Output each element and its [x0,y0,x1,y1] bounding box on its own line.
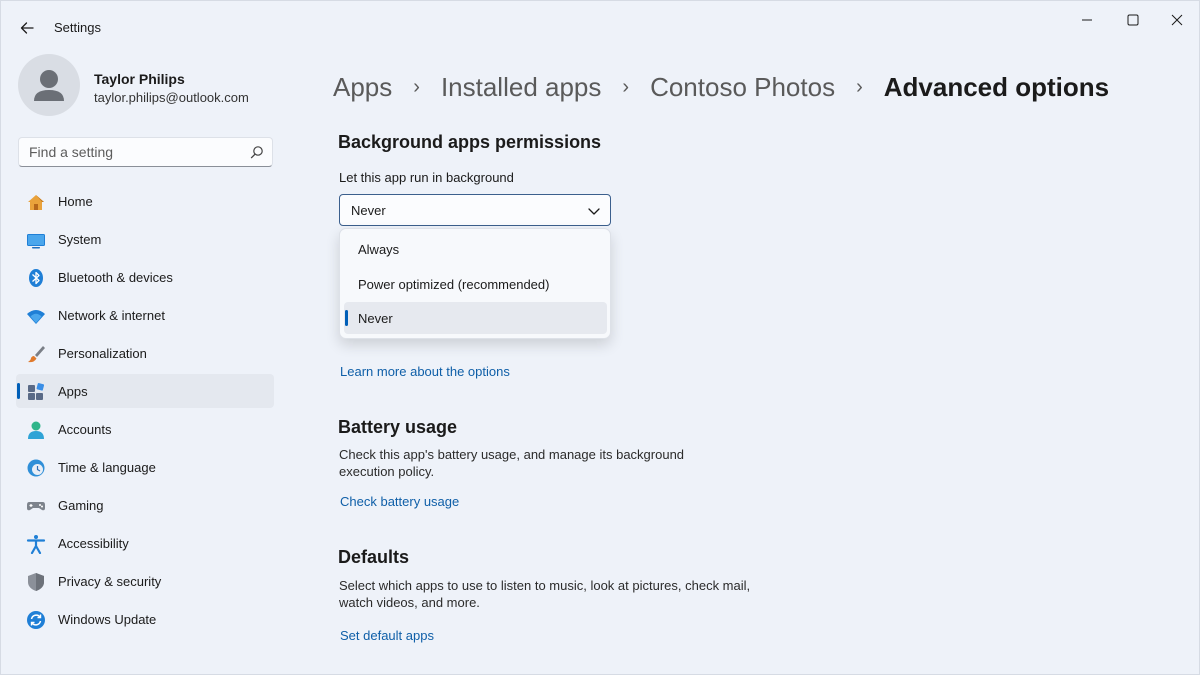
search-box[interactable] [18,137,273,167]
breadcrumb-separator: › [856,75,863,98]
sidebar-item-label: Accounts [58,421,112,437]
set-default-apps-link[interactable]: Set default apps [340,628,434,643]
sidebar-item-home[interactable]: Home [16,184,274,218]
sidebar-nav: Home System Bluetooth & devices Network … [16,184,274,640]
home-icon [28,195,44,210]
menu-option-label: Power optimized (recommended) [358,277,550,292]
gamepad-icon [27,502,45,511]
sidebar-item-label: System [58,231,102,247]
user-email: taylor.philips@outlook.com [94,90,249,105]
maximize-button[interactable] [1110,1,1156,39]
breadcrumb: Apps › Installed apps › Contoso Photos ›… [333,69,1109,105]
active-indicator [17,383,20,399]
sidebar-item-apps[interactable]: Apps [16,374,274,408]
menu-option-never[interactable]: Never [344,302,607,334]
sidebar-item-label: Gaming [58,497,104,513]
sidebar-item-label: Network & internet [58,307,165,323]
settings-window: Settings Taylor Philips taylor.philips@o… [0,0,1200,675]
update-icon [27,611,45,629]
sidebar-item-personalization[interactable]: Personalization [16,336,274,370]
sidebar-item-gaming[interactable]: Gaming [16,488,274,522]
apps-icon [28,383,45,400]
person-placeholder-icon [34,70,64,101]
defaults-heading: Defaults [338,547,410,567]
search-icon[interactable] [250,145,264,159]
back-button[interactable] [11,13,43,43]
sidebar-item-label: Bluetooth & devices [58,269,173,285]
close-button[interactable] [1154,1,1200,39]
search-input[interactable] [19,138,244,166]
wifi-icon [27,310,45,324]
sidebar-item-privacy-security[interactable]: Privacy & security [16,564,274,598]
defaults-description: Select which apps to use to listen to mu… [339,578,751,610]
sidebar-item-label: Apps [58,383,88,399]
title-bar: Settings [1,1,1200,53]
minimize-button[interactable] [1064,1,1110,39]
breadcrumb-contoso-photos[interactable]: Contoso Photos [650,72,835,103]
sidebar-item-bluetooth-devices[interactable]: Bluetooth & devices [16,260,274,294]
run-in-background-label: Let this app run in background [339,170,514,185]
clock-globe-icon [27,459,45,477]
dropdown-selected-value: Never [351,203,386,218]
shield-icon [28,573,44,591]
run-in-background-menu: Always Power optimized (recommended) Nev… [339,228,611,339]
chevron-down-icon [588,208,600,215]
menu-option-label: Never [358,311,393,326]
bluetooth-icon [29,269,43,287]
breadcrumb-separator: › [413,75,420,98]
avatar[interactable] [18,54,80,116]
sidebar-item-label: Time & language [58,459,156,475]
menu-option-always[interactable]: Always [344,233,607,265]
sidebar-item-windows-update[interactable]: Windows Update [16,602,274,636]
person-icon [28,421,44,439]
menu-option-label: Always [358,242,400,257]
minimize-icon [1082,19,1092,21]
sidebar-item-accessibility[interactable]: Accessibility [16,526,274,560]
sidebar-item-label: Personalization [58,345,147,361]
sidebar-item-label: Accessibility [58,535,129,551]
sidebar-item-time-language[interactable]: Time & language [16,450,274,484]
sidebar-item-label: Windows Update [58,611,157,627]
page-title: Advanced options [883,71,1110,102]
back-arrow-icon [20,22,34,34]
selected-indicator [345,310,348,326]
sidebar-item-label: Home [58,193,93,209]
battery-usage-heading: Battery usage [338,417,458,437]
battery-usage-description: Check this app's battery usage, and mana… [339,447,685,479]
breadcrumb-separator: › [622,75,630,98]
sidebar-item-system[interactable]: System [16,222,274,256]
sidebar-item-network-internet[interactable]: Network & internet [16,298,274,332]
app-title: Settings [54,20,101,35]
check-battery-usage-link[interactable]: Check battery usage [340,494,459,509]
maximize-icon [1127,14,1139,26]
accessibility-icon [26,535,46,554]
sidebar-item-label: Privacy & security [58,573,162,589]
breadcrumb-installed-apps[interactable]: Installed apps [441,72,601,103]
learn-more-link[interactable]: Learn more about the options [340,364,510,379]
run-in-background-dropdown[interactable]: Never [339,194,611,226]
background-apps-heading: Background apps permissions [338,132,602,152]
brush-icon [28,346,45,363]
sidebar-item-accounts[interactable]: Accounts [16,412,274,446]
user-name: Taylor Philips [94,71,185,87]
menu-option-power-optimized[interactable]: Power optimized (recommended) [344,268,607,300]
close-icon [1171,14,1183,26]
breadcrumb-apps[interactable]: Apps [333,72,392,103]
system-icon [27,234,45,249]
